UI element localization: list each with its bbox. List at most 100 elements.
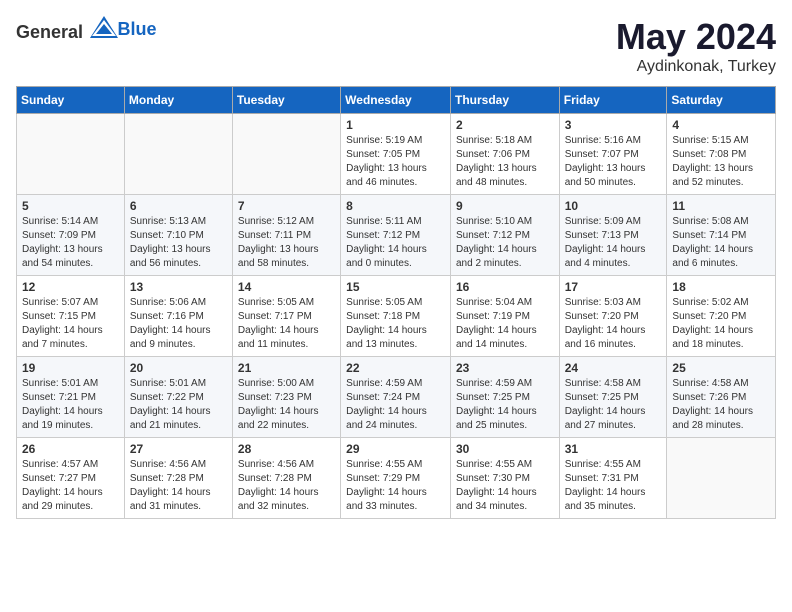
calendar-cell	[232, 114, 340, 195]
day-info: Sunrise: 5:04 AM Sunset: 7:19 PM Dayligh…	[456, 296, 554, 352]
calendar-cell: 7Sunrise: 5:12 AM Sunset: 7:11 PM Daylig…	[232, 195, 340, 276]
day-number: 21	[238, 361, 335, 375]
day-info: Sunrise: 4:59 AM Sunset: 7:24 PM Dayligh…	[346, 377, 445, 433]
day-info: Sunrise: 4:55 AM Sunset: 7:31 PM Dayligh…	[565, 458, 662, 514]
day-number: 24	[565, 361, 662, 375]
month-title: May 2024	[616, 16, 776, 58]
day-info: Sunrise: 4:59 AM Sunset: 7:25 PM Dayligh…	[456, 377, 554, 433]
day-number: 12	[22, 280, 119, 294]
page-header: General Blue May 2024 Aydinkonak, Turkey	[16, 16, 776, 76]
weekday-header-monday: Monday	[124, 87, 232, 114]
day-info: Sunrise: 5:01 AM Sunset: 7:22 PM Dayligh…	[130, 377, 227, 433]
day-info: Sunrise: 5:01 AM Sunset: 7:21 PM Dayligh…	[22, 377, 119, 433]
day-number: 2	[456, 118, 554, 132]
day-info: Sunrise: 4:58 AM Sunset: 7:26 PM Dayligh…	[672, 377, 770, 433]
day-info: Sunrise: 5:08 AM Sunset: 7:14 PM Dayligh…	[672, 215, 770, 271]
calendar-cell: 18 Sunrise: 5:02 AM Sunset: 7:20 PM Dayli…	[667, 276, 776, 357]
day-number: 6	[130, 199, 227, 213]
day-info: Sunrise: 4:55 AM Sunset: 7:30 PM Dayligh…	[456, 458, 554, 514]
calendar-cell	[667, 438, 776, 519]
day-number: 26	[22, 442, 119, 456]
day-number: 28	[238, 442, 335, 456]
day-info: Sunrise: 5:15 AM Sunset: 7:08 PM Dayligh…	[672, 134, 770, 190]
day-number: 4	[672, 118, 770, 132]
day-info: Sunrise: 4:56 AM Sunset: 7:28 PM Dayligh…	[130, 458, 227, 514]
day-info: Sunrise: 5:18 AM Sunset: 7:06 PM Dayligh…	[456, 134, 554, 190]
day-number: 14	[238, 280, 335, 294]
day-info: Sunrise: 5:07 AM Sunset: 7:15 PM Dayligh…	[22, 296, 119, 352]
day-info: Sunrise: 4:55 AM Sunset: 7:29 PM Dayligh…	[346, 458, 445, 514]
day-info: Sunrise: 4:56 AM Sunset: 7:28 PM Dayligh…	[238, 458, 335, 514]
day-number: 19	[22, 361, 119, 375]
day-info: Sunrise: 5:16 AM Sunset: 7:07 PM Dayligh…	[565, 134, 662, 190]
calendar-cell: 4 Sunrise: 5:15 AM Sunset: 7:08 PM Daylig…	[667, 114, 776, 195]
calendar-cell: 1 Sunrise: 5:19 AM Sunset: 7:05 PM Daylig…	[341, 114, 451, 195]
calendar-cell: 20 Sunrise: 5:01 AM Sunset: 7:22 PM Dayli…	[124, 357, 232, 438]
day-number: 13	[130, 280, 227, 294]
calendar-cell: 23 Sunrise: 4:59 AM Sunset: 7:25 PM Dayli…	[450, 357, 559, 438]
day-number: 18	[672, 280, 770, 294]
weekday-header-saturday: Saturday	[667, 87, 776, 114]
day-info: Sunrise: 5:14 AM Sunset: 7:09 PM Dayligh…	[22, 215, 119, 271]
day-number: 27	[130, 442, 227, 456]
calendar-table: SundayMondayTuesdayWednesdayThursdayFrid…	[16, 86, 776, 519]
calendar-cell: 15Sunrise: 5:05 AM Sunset: 7:18 PM Dayli…	[341, 276, 451, 357]
calendar-cell: 16 Sunrise: 5:04 AM Sunset: 7:19 PM Dayli…	[450, 276, 559, 357]
weekday-header-tuesday: Tuesday	[232, 87, 340, 114]
calendar-cell: 21 Sunrise: 5:00 AM Sunset: 7:23 PM Dayli…	[232, 357, 340, 438]
day-number: 31	[565, 442, 662, 456]
weekday-header-sunday: Sunday	[17, 87, 125, 114]
day-number: 16	[456, 280, 554, 294]
weekday-header-thursday: Thursday	[450, 87, 559, 114]
day-number: 10	[565, 199, 662, 213]
calendar-cell: 10 Sunrise: 5:09 AM Sunset: 7:13 PM Dayli…	[559, 195, 667, 276]
calendar-cell	[124, 114, 232, 195]
calendar-cell: 2 Sunrise: 5:18 AM Sunset: 7:06 PM Daylig…	[450, 114, 559, 195]
day-number: 30	[456, 442, 554, 456]
day-number: 17	[565, 280, 662, 294]
calendar-cell: 6 Sunrise: 5:13 AM Sunset: 7:10 PM Daylig…	[124, 195, 232, 276]
calendar-cell: 29 Sunrise: 4:55 AM Sunset: 7:29 PM Dayli…	[341, 438, 451, 519]
calendar-cell: 22 Sunrise: 4:59 AM Sunset: 7:24 PM Dayli…	[341, 357, 451, 438]
day-info: Sunrise: 5:05 AM Sunset: 7:17 PM Dayligh…	[238, 296, 335, 352]
calendar-cell: 5Sunrise: 5:14 AM Sunset: 7:09 PM Daylig…	[17, 195, 125, 276]
weekday-header-wednesday: Wednesday	[341, 87, 451, 114]
day-info: Sunrise: 5:02 AM Sunset: 7:20 PM Dayligh…	[672, 296, 770, 352]
day-number: 23	[456, 361, 554, 375]
day-number: 3	[565, 118, 662, 132]
day-number: 29	[346, 442, 445, 456]
calendar-cell: 11 Sunrise: 5:08 AM Sunset: 7:14 PM Dayli…	[667, 195, 776, 276]
location-title: Aydinkonak, Turkey	[616, 58, 776, 76]
calendar-cell: 9 Sunrise: 5:10 AM Sunset: 7:12 PM Daylig…	[450, 195, 559, 276]
calendar-cell	[17, 114, 125, 195]
day-info: Sunrise: 5:03 AM Sunset: 7:20 PM Dayligh…	[565, 296, 662, 352]
calendar-cell: 24Sunrise: 4:58 AM Sunset: 7:25 PM Dayli…	[559, 357, 667, 438]
day-info: Sunrise: 5:06 AM Sunset: 7:16 PM Dayligh…	[130, 296, 227, 352]
day-number: 25	[672, 361, 770, 375]
day-info: Sunrise: 5:19 AM Sunset: 7:05 PM Dayligh…	[346, 134, 445, 190]
title-block: May 2024 Aydinkonak, Turkey	[616, 16, 776, 76]
day-info: Sunrise: 5:11 AM Sunset: 7:12 PM Dayligh…	[346, 215, 445, 271]
weekday-header-friday: Friday	[559, 87, 667, 114]
calendar-cell: 12 Sunrise: 5:07 AM Sunset: 7:15 PM Dayli…	[17, 276, 125, 357]
calendar-cell: 28 Sunrise: 4:56 AM Sunset: 7:28 PM Dayli…	[232, 438, 340, 519]
logo-general: General	[16, 22, 83, 42]
day-info: Sunrise: 4:57 AM Sunset: 7:27 PM Dayligh…	[22, 458, 119, 514]
day-number: 9	[456, 199, 554, 213]
day-number: 15	[346, 280, 445, 294]
calendar-cell: 19 Sunrise: 5:01 AM Sunset: 7:21 PM Dayli…	[17, 357, 125, 438]
day-info: Sunrise: 5:13 AM Sunset: 7:10 PM Dayligh…	[130, 215, 227, 271]
calendar-cell: 27 Sunrise: 4:56 AM Sunset: 7:28 PM Dayli…	[124, 438, 232, 519]
logo-icon	[90, 16, 118, 38]
logo: General Blue	[16, 16, 157, 43]
calendar-cell: 8Sunrise: 5:11 AM Sunset: 7:12 PM Daylig…	[341, 195, 451, 276]
day-number: 20	[130, 361, 227, 375]
day-number: 1	[346, 118, 445, 132]
day-number: 11	[672, 199, 770, 213]
day-info: Sunrise: 5:10 AM Sunset: 7:12 PM Dayligh…	[456, 215, 554, 271]
calendar-cell: 13 Sunrise: 5:06 AM Sunset: 7:16 PM Dayli…	[124, 276, 232, 357]
day-info: Sunrise: 5:09 AM Sunset: 7:13 PM Dayligh…	[565, 215, 662, 271]
day-info: Sunrise: 5:12 AM Sunset: 7:11 PM Dayligh…	[238, 215, 335, 271]
day-number: 22	[346, 361, 445, 375]
day-info: Sunrise: 5:00 AM Sunset: 7:23 PM Dayligh…	[238, 377, 335, 433]
